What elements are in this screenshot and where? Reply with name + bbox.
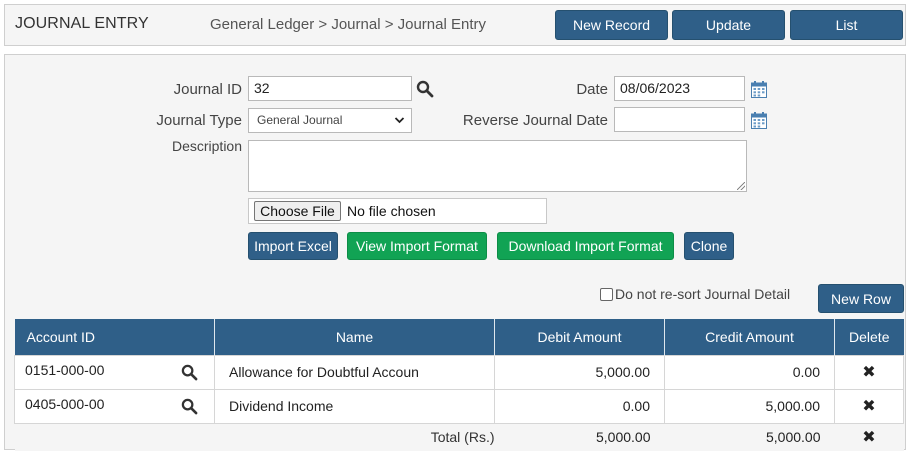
date-label: Date [576, 81, 608, 98]
view-import-format-button[interactable]: View Import Format [347, 232, 487, 260]
journal-detail-table: Account ID Name Debit Amount Credit Amou… [14, 319, 904, 451]
journal-id-input[interactable]: 32 [248, 76, 412, 101]
account-name-cell: Dividend Income [214, 388, 495, 424]
table-header-row: Account ID Name Debit Amount Credit Amou… [14, 319, 904, 355]
col-account-id: Account ID [14, 319, 215, 355]
credit-amount-cell[interactable]: 5,000.00 [664, 388, 835, 424]
journal-type-label: Journal Type [156, 112, 242, 129]
total-row: Total (Rs.) 5,000.00 5,000.00 ✖ [14, 423, 904, 451]
search-icon[interactable] [181, 364, 198, 381]
reverse-journal-date-input[interactable] [614, 107, 745, 132]
update-button[interactable]: Update [672, 10, 785, 40]
total-label: Total (Rs.) [214, 423, 495, 451]
calendar-icon[interactable] [751, 81, 767, 98]
account-name-cell: Allowance for Doubtful Accoun [214, 354, 495, 390]
journal-type-value: General Journal [257, 113, 343, 127]
total-credit: 5,000.00 [664, 423, 835, 451]
new-row-button[interactable]: New Row [818, 284, 904, 313]
journal-id-label: Journal ID [173, 81, 242, 98]
col-debit-amount: Debit Amount [494, 319, 665, 355]
breadcrumb: General Ledger > Journal > Journal Entry [210, 16, 486, 33]
total-debit: 5,000.00 [494, 423, 665, 451]
col-credit-amount: Credit Amount [664, 319, 835, 355]
clone-button[interactable]: Clone [684, 232, 734, 260]
resize-handle[interactable] [737, 182, 745, 190]
delete-icon[interactable]: ✖ [834, 423, 904, 451]
no-resort-label: Do not re-sort Journal Detail [615, 286, 791, 302]
description-label: Description [171, 138, 242, 154]
journal-type-select[interactable]: General Journal [248, 108, 412, 133]
total-spacer [14, 423, 215, 451]
delete-row-icon[interactable]: ✖ [834, 354, 904, 390]
account-id-cell[interactable]: 0151-000-00 [14, 354, 215, 390]
table-row: 0405-000-00 Dividend Income 0.00 5,000.0… [14, 388, 904, 424]
page-title: JOURNAL ENTRY [15, 15, 149, 32]
credit-amount-cell[interactable]: 0.00 [664, 354, 835, 390]
col-delete: Delete [834, 319, 904, 355]
delete-row-icon[interactable]: ✖ [834, 388, 904, 424]
import-excel-button[interactable]: Import Excel [248, 232, 338, 260]
search-icon[interactable] [181, 398, 198, 415]
debit-amount-cell[interactable]: 0.00 [494, 388, 665, 424]
no-resort-checkbox[interactable] [600, 288, 613, 301]
new-record-button[interactable]: New Record [555, 10, 668, 40]
download-import-format-button[interactable]: Download Import Format [497, 232, 674, 260]
description-textarea[interactable] [248, 140, 747, 192]
reverse-journal-date-label: Reverse Journal Date [462, 112, 608, 129]
file-status: No file chosen [347, 203, 436, 219]
debit-amount-cell[interactable]: 5,000.00 [494, 354, 665, 390]
date-input[interactable]: 08/06/2023 [614, 76, 745, 101]
file-input[interactable]: Choose File No file chosen [248, 198, 547, 224]
account-id-value: 0151-000-00 [25, 362, 105, 378]
account-id-value: 0405-000-00 [25, 396, 105, 412]
search-icon[interactable] [416, 80, 434, 98]
table-row: 0151-000-00 Allowance for Doubtful Accou… [14, 354, 904, 390]
list-button[interactable]: List [790, 10, 903, 40]
col-name: Name [214, 319, 495, 355]
header-bar: JOURNAL ENTRY General Ledger > Journal >… [4, 4, 906, 46]
calendar-icon[interactable] [751, 112, 767, 129]
account-id-cell[interactable]: 0405-000-00 [14, 388, 215, 424]
chevron-down-icon [394, 109, 405, 132]
choose-file-button[interactable]: Choose File [254, 201, 341, 221]
